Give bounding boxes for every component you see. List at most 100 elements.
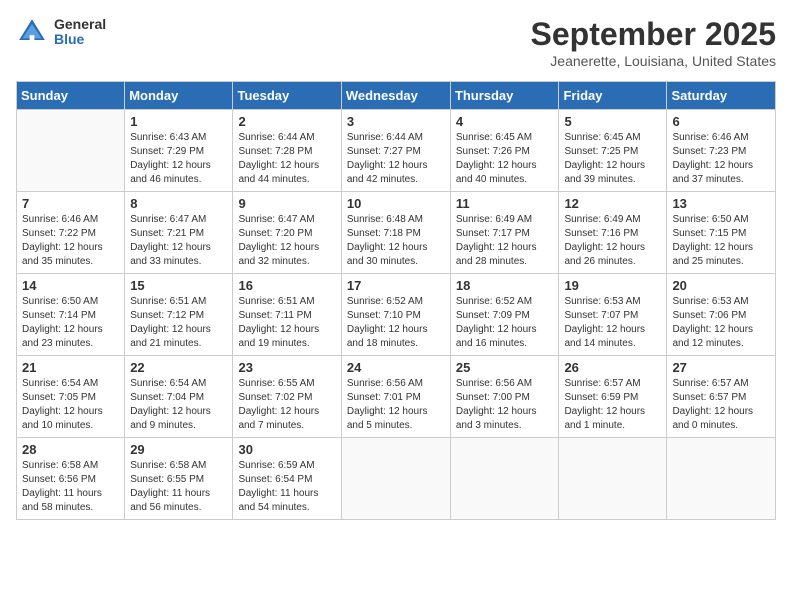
- day-cell: 5 Sunrise: 6:45 AM Sunset: 7:25 PM Daylig…: [559, 110, 667, 192]
- day-info: Sunrise: 6:59 AM Sunset: 6:54 PM Dayligh…: [238, 459, 335, 515]
- day-cell: 22Sunrise: 6:54 AM Sunset: 7:04 PM Dayli…: [125, 356, 233, 438]
- day-cell: 6Sunrise: 6:46 AM Sunset: 7:23 PM Daylig…: [667, 110, 776, 192]
- day-cell: 7 Sunrise: 6:46 AM Sunset: 7:22 PM Daylig…: [17, 192, 125, 274]
- day-number: 10: [347, 196, 445, 211]
- day-info: Sunrise: 6:51 AM Sunset: 7:12 PM Dayligh…: [130, 295, 227, 351]
- day-number: 11: [456, 196, 554, 211]
- header-cell-thursday: Thursday: [450, 82, 559, 110]
- day-number: 19: [564, 278, 661, 293]
- title-block: September 2025 Jeanerette, Louisiana, Un…: [531, 16, 776, 69]
- logo-general-label: General: [54, 17, 106, 32]
- day-cell: [17, 110, 125, 192]
- week-row-1: 7 Sunrise: 6:46 AM Sunset: 7:22 PM Daylig…: [17, 192, 776, 274]
- day-cell: 12Sunrise: 6:49 AM Sunset: 7:16 PM Dayli…: [559, 192, 667, 274]
- day-info: Sunrise: 6:50 AM Sunset: 7:14 PM Dayligh…: [22, 295, 119, 351]
- day-cell: 4 Sunrise: 6:45 AM Sunset: 7:26 PM Daylig…: [450, 110, 559, 192]
- day-number: 17: [347, 278, 445, 293]
- day-cell: 23Sunrise: 6:55 AM Sunset: 7:02 PM Dayli…: [233, 356, 341, 438]
- day-number: 28: [22, 442, 119, 457]
- day-cell: 8 Sunrise: 6:47 AM Sunset: 7:21 PM Daylig…: [125, 192, 233, 274]
- month-title: September 2025: [531, 16, 776, 53]
- day-info: Sunrise: 6:53 AM Sunset: 7:06 PM Dayligh…: [672, 295, 770, 351]
- day-info: Sunrise: 6:52 AM Sunset: 7:10 PM Dayligh…: [347, 295, 445, 351]
- day-info: Sunrise: 6:52 AM Sunset: 7:09 PM Dayligh…: [456, 295, 554, 351]
- day-info: Sunrise: 6:53 AM Sunset: 7:07 PM Dayligh…: [564, 295, 661, 351]
- day-number: 25: [456, 360, 554, 375]
- day-number: 18: [456, 278, 554, 293]
- day-info: Sunrise: 6:56 AM Sunset: 7:00 PM Dayligh…: [456, 377, 554, 433]
- logo-text: General Blue: [54, 17, 106, 48]
- header-cell-wednesday: Wednesday: [341, 82, 450, 110]
- day-number: 1: [130, 114, 227, 129]
- day-info: Sunrise: 6:58 AM Sunset: 6:55 PM Dayligh…: [130, 459, 227, 515]
- day-number: 22: [130, 360, 227, 375]
- day-cell: 14 Sunrise: 6:50 AM Sunset: 7:14 PM Dayli…: [17, 274, 125, 356]
- week-row-2: 14 Sunrise: 6:50 AM Sunset: 7:14 PM Dayli…: [17, 274, 776, 356]
- week-row-4: 28 Sunrise: 6:58 AM Sunset: 6:56 PM Dayli…: [17, 438, 776, 520]
- week-row-3: 21Sunrise: 6:54 AM Sunset: 7:05 PM Dayli…: [17, 356, 776, 438]
- day-number: 2: [238, 114, 335, 129]
- day-number: 13: [672, 196, 770, 211]
- day-cell: 25 Sunrise: 6:56 AM Sunset: 7:00 PM Dayli…: [450, 356, 559, 438]
- day-number: 27: [672, 360, 770, 375]
- day-info: Sunrise: 6:57 AM Sunset: 6:59 PM Dayligh…: [564, 377, 661, 433]
- calendar-body: 1Sunrise: 6:43 AM Sunset: 7:29 PM Daylig…: [17, 110, 776, 520]
- day-cell: [341, 438, 450, 520]
- day-cell: 16 Sunrise: 6:51 AM Sunset: 7:11 PM Dayli…: [233, 274, 341, 356]
- day-info: Sunrise: 6:55 AM Sunset: 7:02 PM Dayligh…: [238, 377, 335, 433]
- day-info: Sunrise: 6:58 AM Sunset: 6:56 PM Dayligh…: [22, 459, 119, 515]
- header-cell-saturday: Saturday: [667, 82, 776, 110]
- day-info: Sunrise: 6:49 AM Sunset: 7:16 PM Dayligh…: [564, 213, 661, 269]
- day-cell: 28 Sunrise: 6:58 AM Sunset: 6:56 PM Dayli…: [17, 438, 125, 520]
- day-cell: [450, 438, 559, 520]
- day-number: 14: [22, 278, 119, 293]
- day-number: 9: [238, 196, 335, 211]
- page-header: General Blue September 2025 Jeanerette, …: [16, 16, 776, 69]
- day-cell: 3 Sunrise: 6:44 AM Sunset: 7:27 PM Daylig…: [341, 110, 450, 192]
- logo-blue-label: Blue: [54, 32, 106, 47]
- day-cell: 18 Sunrise: 6:52 AM Sunset: 7:09 PM Dayli…: [450, 274, 559, 356]
- logo: General Blue: [16, 16, 106, 48]
- day-cell: 19 Sunrise: 6:53 AM Sunset: 7:07 PM Dayli…: [559, 274, 667, 356]
- day-cell: 30 Sunrise: 6:59 AM Sunset: 6:54 PM Dayli…: [233, 438, 341, 520]
- day-cell: 21Sunrise: 6:54 AM Sunset: 7:05 PM Dayli…: [17, 356, 125, 438]
- day-cell: 29 Sunrise: 6:58 AM Sunset: 6:55 PM Dayli…: [125, 438, 233, 520]
- header-cell-friday: Friday: [559, 82, 667, 110]
- day-info: Sunrise: 6:45 AM Sunset: 7:26 PM Dayligh…: [456, 131, 554, 187]
- day-info: Sunrise: 6:49 AM Sunset: 7:17 PM Dayligh…: [456, 213, 554, 269]
- day-number: 24: [347, 360, 445, 375]
- day-info: Sunrise: 6:44 AM Sunset: 7:27 PM Dayligh…: [347, 131, 445, 187]
- day-number: 30: [238, 442, 335, 457]
- day-info: Sunrise: 6:47 AM Sunset: 7:20 PM Dayligh…: [238, 213, 335, 269]
- day-cell: 10Sunrise: 6:48 AM Sunset: 7:18 PM Dayli…: [341, 192, 450, 274]
- day-info: Sunrise: 6:57 AM Sunset: 6:57 PM Dayligh…: [672, 377, 770, 433]
- day-info: Sunrise: 6:46 AM Sunset: 7:22 PM Dayligh…: [22, 213, 119, 269]
- day-info: Sunrise: 6:56 AM Sunset: 7:01 PM Dayligh…: [347, 377, 445, 433]
- day-info: Sunrise: 6:47 AM Sunset: 7:21 PM Dayligh…: [130, 213, 227, 269]
- day-info: Sunrise: 6:50 AM Sunset: 7:15 PM Dayligh…: [672, 213, 770, 269]
- day-number: 5: [564, 114, 661, 129]
- header-cell-sunday: Sunday: [17, 82, 125, 110]
- day-info: Sunrise: 6:44 AM Sunset: 7:28 PM Dayligh…: [238, 131, 335, 187]
- day-number: 21: [22, 360, 119, 375]
- day-number: 20: [672, 278, 770, 293]
- day-number: 29: [130, 442, 227, 457]
- day-number: 8: [130, 196, 227, 211]
- day-cell: 1Sunrise: 6:43 AM Sunset: 7:29 PM Daylig…: [125, 110, 233, 192]
- calendar-header: SundayMondayTuesdayWednesdayThursdayFrid…: [17, 82, 776, 110]
- day-number: 15: [130, 278, 227, 293]
- day-info: Sunrise: 6:46 AM Sunset: 7:23 PM Dayligh…: [672, 131, 770, 187]
- day-number: 3: [347, 114, 445, 129]
- location: Jeanerette, Louisiana, United States: [531, 53, 776, 69]
- header-row: SundayMondayTuesdayWednesdayThursdayFrid…: [17, 82, 776, 110]
- day-cell: 20 Sunrise: 6:53 AM Sunset: 7:06 PM Dayli…: [667, 274, 776, 356]
- calendar-table: SundayMondayTuesdayWednesdayThursdayFrid…: [16, 81, 776, 520]
- day-number: 7: [22, 196, 119, 211]
- day-number: 16: [238, 278, 335, 293]
- day-number: 4: [456, 114, 554, 129]
- day-cell: 9 Sunrise: 6:47 AM Sunset: 7:20 PM Daylig…: [233, 192, 341, 274]
- logo-icon: [16, 16, 48, 48]
- day-cell: 24 Sunrise: 6:56 AM Sunset: 7:01 PM Dayli…: [341, 356, 450, 438]
- day-info: Sunrise: 6:45 AM Sunset: 7:25 PM Dayligh…: [564, 131, 661, 187]
- day-info: Sunrise: 6:51 AM Sunset: 7:11 PM Dayligh…: [238, 295, 335, 351]
